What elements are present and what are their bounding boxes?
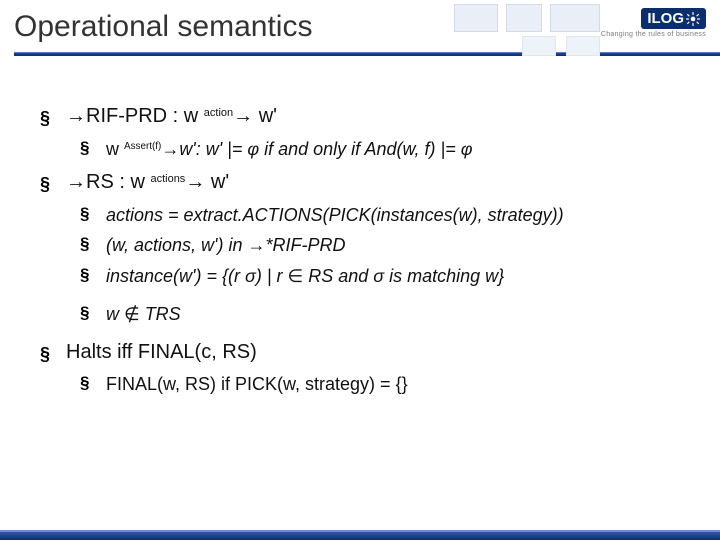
text-fragment: And(w, f) <box>365 139 436 159</box>
text-fragment: RS and σ is matching w} <box>303 266 504 286</box>
brand-tagline: Changing the rules of business <box>601 31 706 38</box>
deco-square <box>454 4 498 32</box>
text-fragment: w' <box>205 171 229 193</box>
bullet-text: actions = extract.ACTIONS(PICK(instances… <box>106 204 564 227</box>
text-fragment: (w, actions, w') in <box>106 235 247 255</box>
content: § →RIF-PRD : w action→ w' § w Assert(f)→… <box>0 72 720 396</box>
bullet-icon: § <box>40 173 52 196</box>
brand-logo: ILOG Changing the rules of business <box>601 8 706 38</box>
text-fragment: → <box>185 171 205 193</box>
gear-icon <box>686 12 700 26</box>
text-fragment: ∉ <box>124 304 140 324</box>
bullet-icon: § <box>80 204 92 224</box>
bullet-halts-final: § FINAL(w, RS) if PICK(w, strategy) = {} <box>80 373 694 396</box>
footer-bar <box>0 532 720 540</box>
bullet-text: →RIF-PRD : w action→ w' <box>66 104 277 129</box>
bullet-rs-instance: § instance(w') = {(r σ) | r ∈ RS and σ i… <box>80 265 694 288</box>
text-fragment: →*RIF-PRD <box>247 235 345 255</box>
bullet-text: instance(w') = {(r σ) | r ∈ RS and σ is … <box>106 265 504 288</box>
superscript: Assert(f) <box>124 141 161 152</box>
bullet-icon: § <box>40 107 52 130</box>
superscript: actions <box>150 173 185 185</box>
header-decoration <box>522 36 600 56</box>
bullet-rs-in: § (w, actions, w') in →*RIF-PRD <box>80 234 694 257</box>
deco-square <box>566 36 600 56</box>
superscript: action <box>204 107 233 119</box>
deco-square <box>522 36 556 56</box>
deco-square <box>506 4 542 32</box>
text-fragment: TRS <box>140 304 181 324</box>
bullet-rif-prd-assert: § w Assert(f)→w': w' |= φ if and only if… <box>80 138 694 161</box>
text-fragment: w <box>106 139 124 159</box>
bullet-text: FINAL(w, RS) if PICK(w, strategy) = {} <box>106 373 408 396</box>
text-fragment: →RS : w <box>66 171 150 193</box>
header: ILOG Changing the rules of business Oper… <box>0 0 720 72</box>
brand-badge: ILOG <box>641 8 706 29</box>
bullet-text: (w, actions, w') in →*RIF-PRD <box>106 234 345 257</box>
text-fragment: → <box>233 105 253 127</box>
text-fragment: w <box>106 304 124 324</box>
bullet-icon: § <box>80 303 92 323</box>
text-fragment: instance(w') = {(r σ) | r <box>106 266 288 286</box>
bullet-icon: § <box>80 373 92 393</box>
bullet-icon: § <box>80 234 92 254</box>
bullet-icon: § <box>40 343 52 366</box>
bullet-rs-actions: § actions = extract.ACTIONS(PICK(instanc… <box>80 204 694 227</box>
bullet-text: Halts iff FINAL(c, RS) <box>66 340 257 365</box>
bullet-text: w ∉ TRS <box>106 303 181 326</box>
deco-square <box>550 4 600 32</box>
bullet-text: →RS : w actions→ w' <box>66 170 229 195</box>
text-fragment: |= φ <box>436 139 473 159</box>
header-decoration <box>454 4 600 32</box>
bullet-rs-trs: § w ∉ TRS <box>80 303 694 326</box>
brand-text: ILOG <box>647 10 684 27</box>
text-fragment: w': w' |= φ if and only if <box>179 139 364 159</box>
slide: { "header": { "title": "Operational sema… <box>0 0 720 540</box>
bullet-icon: § <box>80 265 92 285</box>
bullet-rif-prd: § →RIF-PRD : w action→ w' <box>40 104 694 130</box>
bullet-icon: § <box>80 138 92 158</box>
text-fragment: ∈ <box>288 266 304 286</box>
text-fragment: → <box>161 139 179 159</box>
header-divider <box>14 52 720 56</box>
bullet-halts: § Halts iff FINAL(c, RS) <box>40 340 694 366</box>
text-fragment: w' <box>253 105 277 127</box>
bullet-rs: § →RS : w actions→ w' <box>40 170 694 196</box>
bullet-text: w Assert(f)→w': w' |= φ if and only if A… <box>106 138 472 161</box>
text-fragment: →RIF-PRD : w <box>66 105 204 127</box>
